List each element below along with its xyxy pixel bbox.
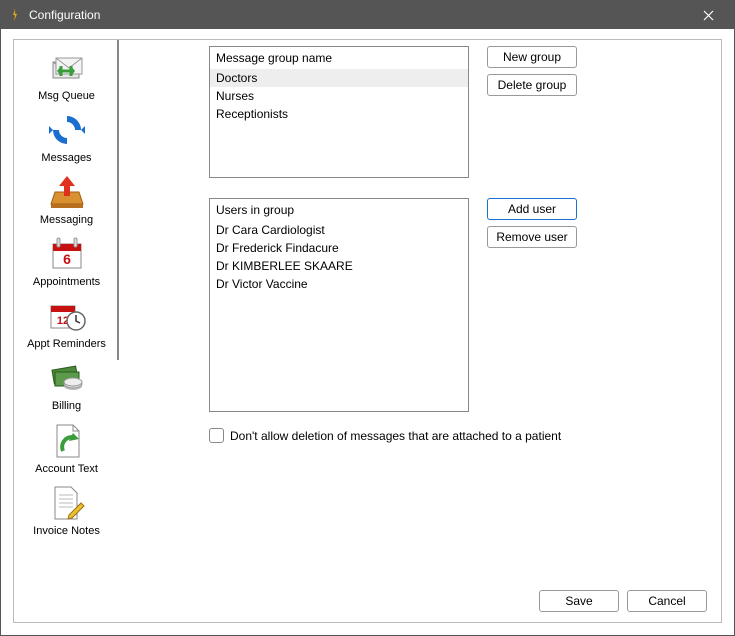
add-user-button[interactable]: Add user bbox=[487, 198, 577, 220]
remove-user-button[interactable]: Remove user bbox=[487, 226, 577, 248]
calendar-icon: 6 bbox=[47, 234, 87, 274]
footer-buttons: Save Cancel bbox=[539, 590, 707, 612]
groups-row: Message group name Doctors Nurses Recept… bbox=[209, 46, 707, 178]
new-group-button[interactable]: New group bbox=[487, 46, 577, 68]
window-body: Msg Queue Messages bbox=[1, 29, 734, 635]
main-panel: Message group name Doctors Nurses Recept… bbox=[119, 40, 721, 622]
sidebar-item-appt-reminders[interactable]: 12 Appt Reminders bbox=[14, 292, 119, 354]
sidebar-item-label: Invoice Notes bbox=[33, 525, 100, 537]
calendar-clock-icon: 12 bbox=[47, 296, 87, 336]
dont-allow-delete-label: Don't allow deletion of messages that ar… bbox=[230, 429, 561, 443]
titlebar: Configuration bbox=[1, 1, 734, 29]
users-row: Users in group Dr Cara Cardiologist Dr F… bbox=[209, 198, 707, 412]
sidebar-item-label: Messaging bbox=[40, 214, 93, 226]
app-icon bbox=[7, 7, 23, 23]
refresh-arrows-icon bbox=[47, 110, 87, 150]
sidebar-item-account-text[interactable]: Account Text bbox=[14, 417, 119, 479]
group-list-header: Message group name bbox=[210, 47, 468, 69]
sidebar-item-invoice-notes[interactable]: Invoice Notes bbox=[14, 479, 119, 541]
envelope-stack-icon bbox=[47, 48, 87, 88]
user-item[interactable]: Dr Victor Vaccine bbox=[210, 275, 468, 293]
group-item[interactable]: Doctors bbox=[210, 69, 468, 87]
sidebar-item-label: Msg Queue bbox=[38, 90, 95, 102]
sidebar-item-appointments[interactable]: 6 Appointments bbox=[14, 230, 119, 292]
outbox-icon bbox=[47, 172, 87, 212]
users-listbox[interactable]: Users in group Dr Cara Cardiologist Dr F… bbox=[209, 198, 469, 412]
user-buttons: Add user Remove user bbox=[487, 198, 577, 248]
group-buttons: New group Delete group bbox=[487, 46, 577, 96]
dont-allow-delete-row: Don't allow deletion of messages that ar… bbox=[209, 428, 707, 443]
sidebar-item-label: Billing bbox=[52, 400, 81, 412]
user-item[interactable]: Dr Frederick Findacure bbox=[210, 239, 468, 257]
user-item[interactable]: Dr Cara Cardiologist bbox=[210, 221, 468, 239]
user-item[interactable]: Dr KIMBERLEE SKAARE bbox=[210, 257, 468, 275]
config-window: Configuration bbox=[0, 0, 735, 636]
cancel-button[interactable]: Cancel bbox=[627, 590, 707, 612]
group-item[interactable]: Nurses bbox=[210, 87, 468, 105]
svg-text:6: 6 bbox=[63, 251, 71, 267]
sidebar-item-messaging[interactable]: Messaging bbox=[14, 168, 119, 230]
close-icon[interactable] bbox=[688, 1, 728, 29]
users-list-header: Users in group bbox=[210, 199, 468, 221]
content-frame: Msg Queue Messages bbox=[13, 39, 722, 623]
sidebar-item-messages[interactable]: Messages bbox=[14, 106, 119, 168]
sidebar-item-billing[interactable]: Billing bbox=[14, 354, 119, 416]
document-arrow-icon bbox=[47, 421, 87, 461]
window-title: Configuration bbox=[29, 8, 688, 22]
delete-group-button[interactable]: Delete group bbox=[487, 74, 577, 96]
group-item[interactable]: Receptionists bbox=[210, 105, 468, 123]
money-icon bbox=[47, 358, 87, 398]
document-pencil-icon bbox=[47, 483, 87, 523]
sidebar-item-msg-queue[interactable]: Msg Queue bbox=[14, 44, 119, 106]
sidebar-item-label: Appointments bbox=[33, 276, 100, 288]
group-listbox[interactable]: Message group name Doctors Nurses Recept… bbox=[209, 46, 469, 178]
sidebar[interactable]: Msg Queue Messages bbox=[14, 40, 119, 622]
sidebar-item-label: Appt Reminders bbox=[27, 338, 106, 350]
save-button[interactable]: Save bbox=[539, 590, 619, 612]
dont-allow-delete-checkbox[interactable] bbox=[209, 428, 224, 443]
sidebar-item-label: Messages bbox=[41, 152, 91, 164]
sidebar-item-label: Account Text bbox=[35, 463, 98, 475]
